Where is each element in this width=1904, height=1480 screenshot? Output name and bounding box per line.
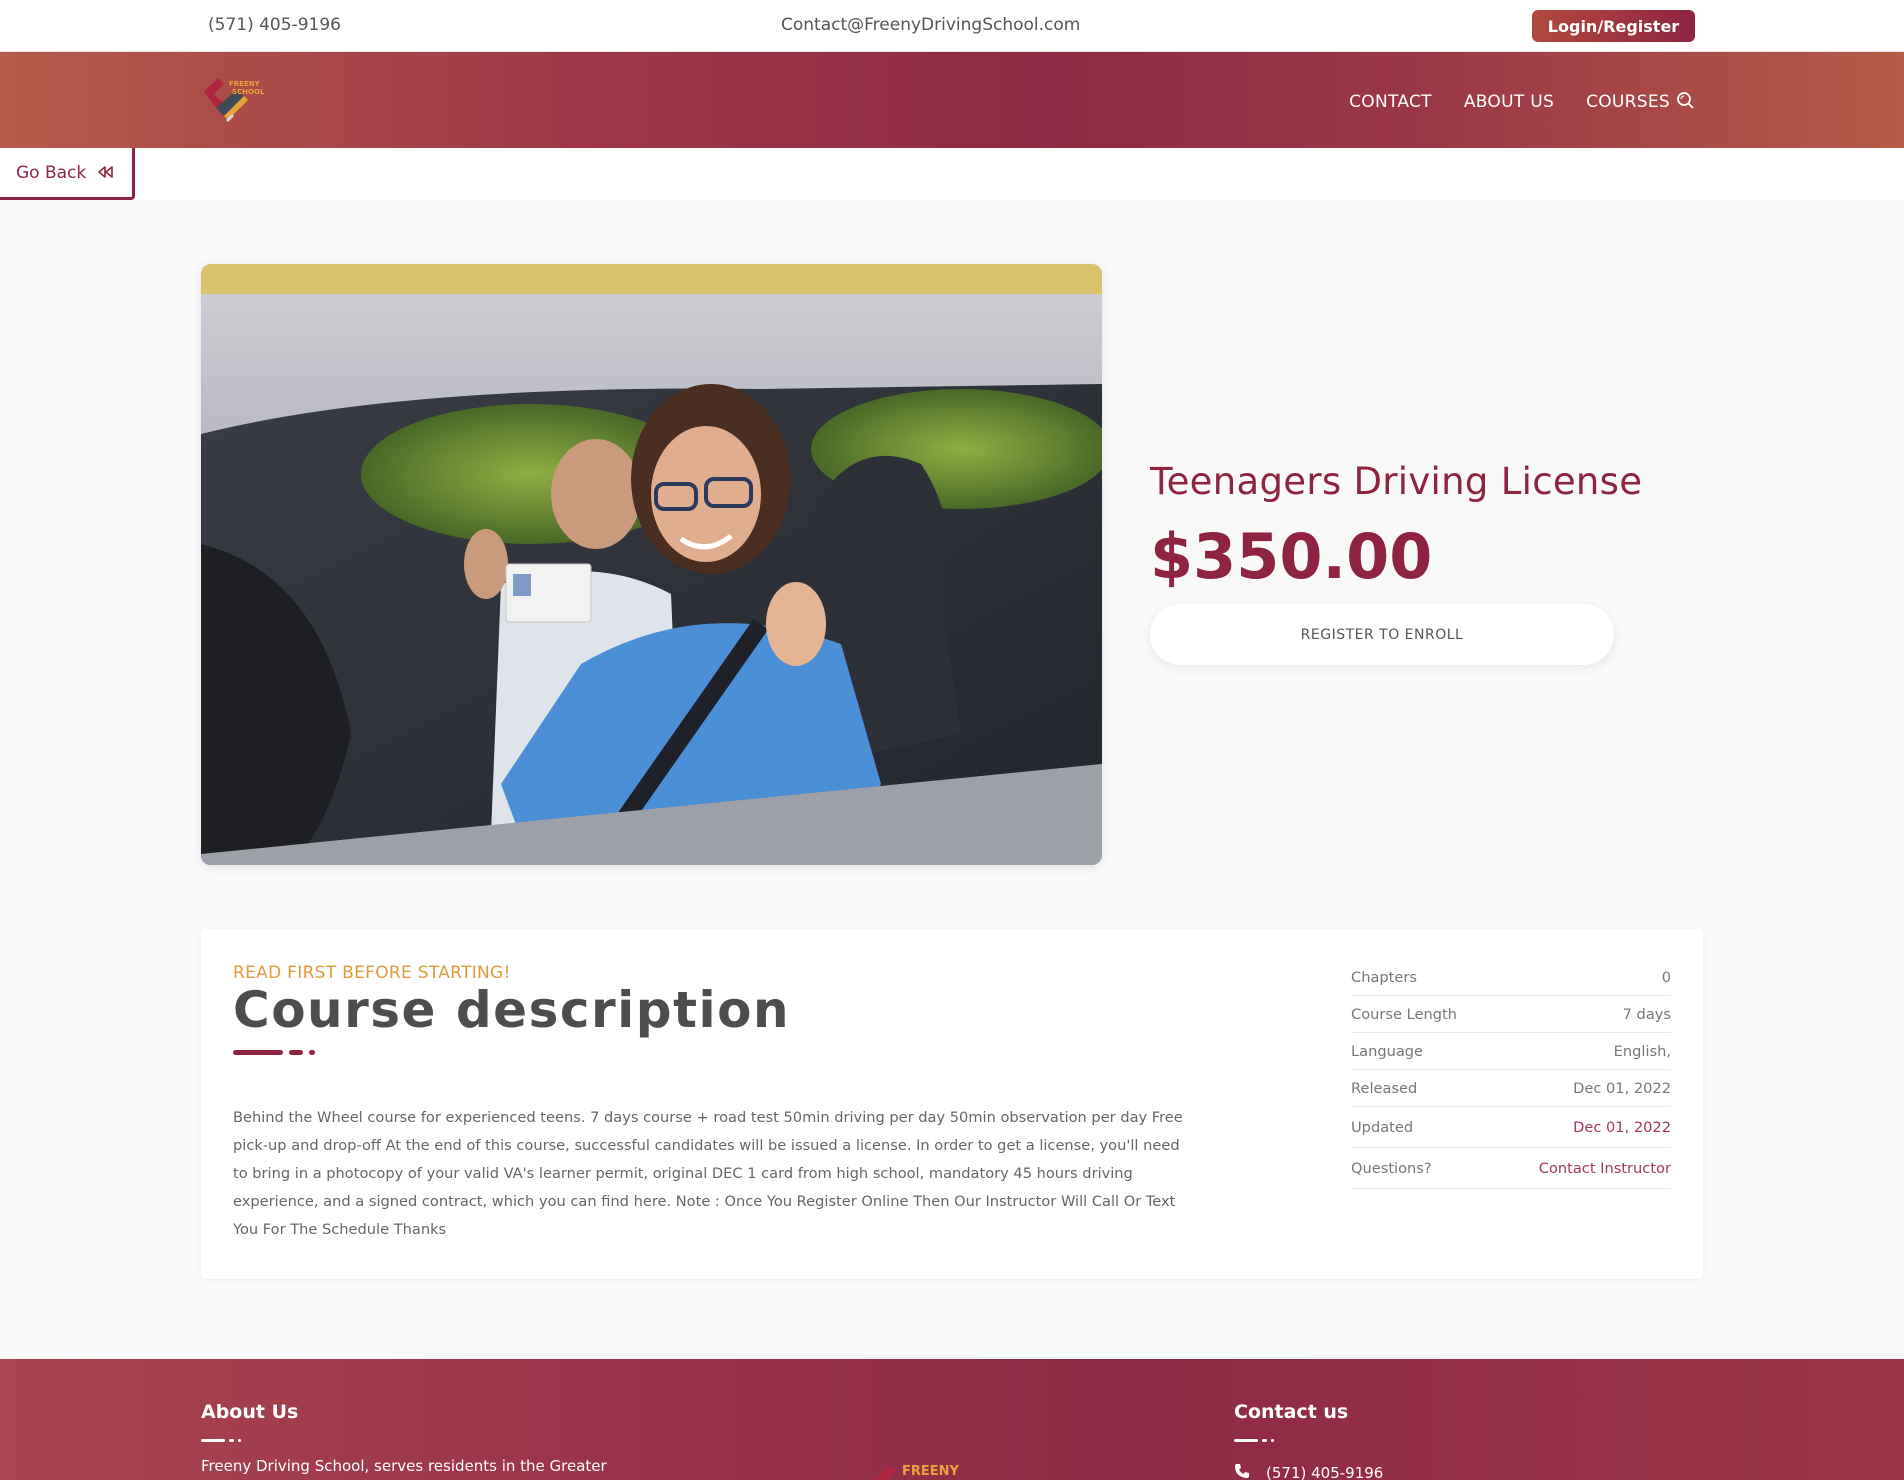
contact-instructor-link[interactable]: Contact Instructor [1539, 1160, 1671, 1177]
footer-logo-text: FREENY [902, 1464, 960, 1479]
topbar-phone[interactable]: (571) 405-9196 [208, 15, 341, 35]
footer-about-underline [201, 1439, 241, 1442]
meta-label: Questions? [1351, 1159, 1432, 1177]
meta-label: Chapters [1351, 968, 1417, 986]
meta-row-course-length: Course Length 7 days [1351, 996, 1671, 1033]
description-eyebrow: READ FIRST BEFORE STARTING! [233, 963, 511, 983]
course-title: Teenagers Driving License [1150, 460, 1643, 503]
footer-about-title: About Us [201, 1401, 299, 1423]
footer-contact-underline [1234, 1439, 1274, 1442]
site-logo[interactable]: FREENY SCHOOL [202, 74, 265, 124]
search-icon[interactable] [1674, 90, 1696, 112]
footer-about-text: Freeny Driving School, serves residents … [201, 1457, 607, 1475]
meta-row-questions: Questions? Contact Instructor [1351, 1148, 1671, 1189]
meta-label: Course Length [1351, 1005, 1457, 1023]
course-hero-image [201, 264, 1102, 865]
course-description-card: READ FIRST BEFORE STARTING! Course descr… [201, 929, 1703, 1279]
meta-value: Dec 01, 2022 [1573, 1079, 1671, 1097]
nav-contact[interactable]: CONTACT [1349, 92, 1432, 112]
go-back-label: Go Back [16, 162, 87, 183]
meta-row-updated: Updated Dec 01, 2022 [1351, 1107, 1671, 1148]
footer-phone-text: (571) 405-9196 [1266, 1464, 1384, 1480]
meta-row-released: Released Dec 01, 2022 [1351, 1070, 1671, 1107]
phone-icon [1234, 1463, 1250, 1480]
meta-value: 0 [1661, 968, 1671, 986]
meta-row-language: Language English, [1351, 1033, 1671, 1070]
course-price: $350.00 [1150, 520, 1433, 593]
site-footer: About Us Freeny Driving School, serves r… [0, 1359, 1904, 1480]
meta-label: Released [1351, 1079, 1418, 1097]
meta-value: English, [1613, 1042, 1671, 1060]
nav-about-us[interactable]: ABOUT US [1464, 92, 1554, 112]
footer-contact-phone-row[interactable]: (571) 405-9196 [1234, 1463, 1383, 1480]
site-header: FREENY SCHOOL CONTACT ABOUT US COURSES [0, 52, 1904, 148]
main-nav: CONTACT ABOUT US COURSES [1349, 92, 1670, 112]
title-underline [233, 1050, 315, 1055]
go-back-button[interactable]: Go Back [0, 148, 135, 200]
rewind-icon [98, 163, 114, 183]
footer-contact-title: Contact us [1234, 1401, 1349, 1423]
register-to-enroll-button[interactable]: REGISTER TO ENROLL [1150, 604, 1614, 665]
logo-text-top: FREENY [229, 80, 261, 88]
meta-value: Dec 01, 2022 [1573, 1118, 1671, 1136]
go-back-bar [0, 148, 1904, 200]
topbar-email[interactable]: Contact@FreenyDrivingSchool.com [781, 15, 1080, 35]
meta-row-chapters: Chapters 0 [1351, 959, 1671, 996]
nav-courses[interactable]: COURSES [1586, 92, 1670, 112]
meta-value: 7 days [1622, 1005, 1671, 1023]
meta-label: Language [1351, 1042, 1424, 1060]
logo-text-bottom: SCHOOL [232, 88, 264, 96]
top-bar: (571) 405-9196 Contact@FreenyDrivingScho… [0, 0, 1904, 52]
login-register-button[interactable]: Login/Register [1532, 10, 1695, 42]
footer-logo[interactable]: FREENY [876, 1455, 966, 1480]
meta-label: Updated [1351, 1118, 1414, 1136]
description-body: Behind the Wheel course for experienced … [233, 1109, 1183, 1238]
course-meta-list: Chapters 0 Course Length 7 days Language… [1351, 959, 1671, 1189]
description-title: Course description [233, 981, 791, 1039]
